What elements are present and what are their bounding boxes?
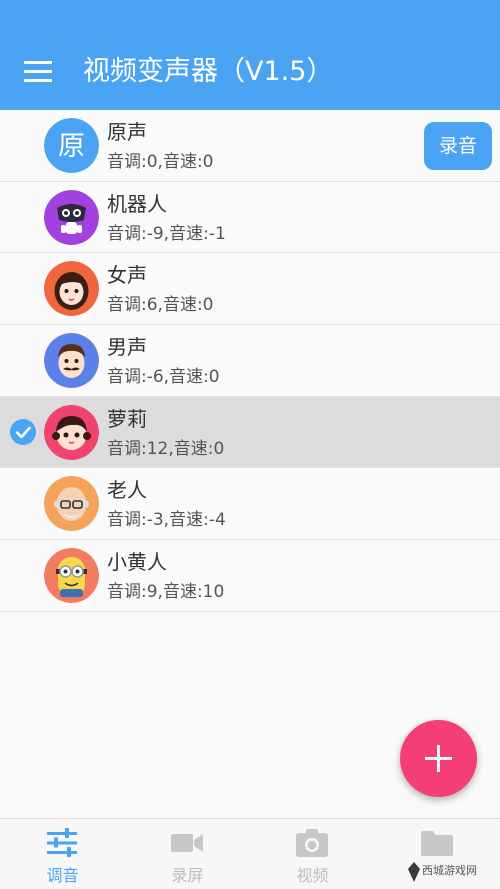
man-icon [44,333,99,389]
woman-icon [44,261,99,317]
plus-icon [425,745,452,772]
voice-item-original[interactable]: 原 原声 音调:0,音速:0 录音 [0,110,500,182]
watermark-logo: 西城游戏网 [404,858,496,886]
tab-label: 录屏 [171,866,204,885]
folder-icon [421,831,453,856]
add-voice-button[interactable] [400,720,477,797]
voice-item-male[interactable]: 男声 音调:-6,音速:0 [0,325,500,397]
voice-name: 萝莉 [107,406,147,431]
tab-label: 调音 [46,866,79,885]
logo-icon [408,862,420,882]
voice-name: 老人 [107,478,147,503]
old-man-icon [44,476,99,532]
voice-params: 音调:0,音速:0 [107,152,214,172]
voice-params: 音调:-3,音速:-4 [107,510,226,531]
svg-text:原: 原 [58,131,85,162]
tab-screen-record[interactable]: 录屏 [125,819,250,889]
menu-icon[interactable] [24,61,54,83]
tab-tune[interactable]: 调音 [0,819,125,889]
voice-params: 音调:6,音速:0 [107,295,214,316]
tab-label: 视频 [296,866,329,885]
voice-item-female[interactable]: 女声 音调:6,音速:0 [0,253,500,326]
voice-item-minion[interactable]: 小黄人 音调:9,音速:10 [0,540,500,612]
voice-params: 音调:12,音速:0 [107,438,225,459]
page-title: 视频变声器（V1.5） [83,56,334,87]
voice-item-loli[interactable]: 萝莉 音调:12,音速:0 [0,396,500,469]
check-circle-icon [10,418,36,445]
record-button[interactable]: 录音 [424,122,492,170]
video-camera-icon [171,834,203,852]
voice-list: 原 原声 音调:0,音速:0 录音 机器人 音调:-9,音速:-1 女声 音调:… [0,110,500,612]
voice-name: 小黄人 [107,550,167,575]
voice-item-robot[interactable]: 机器人 音调:-9,音速:-1 [0,181,500,254]
tab-video[interactable]: 视频 [250,819,375,889]
voice-params: 音调:-9,音速:-1 [107,223,226,244]
app-bar: 视频变声器（V1.5） [0,0,500,110]
girl-icon [44,404,99,460]
minion-icon [44,548,99,604]
watermark-text: 西城游戏网 [422,864,477,877]
voice-item-elder[interactable]: 老人 音调:-3,音速:-4 [0,468,500,541]
voice-name: 男声 [107,335,147,360]
text-avatar: 原 [44,118,99,173]
voice-name: 女声 [107,263,147,288]
voice-params: 音调:9,音速:10 [107,582,225,603]
sliders-icon [47,828,77,857]
voice-params: 音调:-6,音速:0 [107,367,220,388]
voice-name: 机器人 [107,191,167,216]
voice-name: 原声 [107,120,147,144]
robot-icon [44,189,99,245]
camera-icon [296,829,328,857]
